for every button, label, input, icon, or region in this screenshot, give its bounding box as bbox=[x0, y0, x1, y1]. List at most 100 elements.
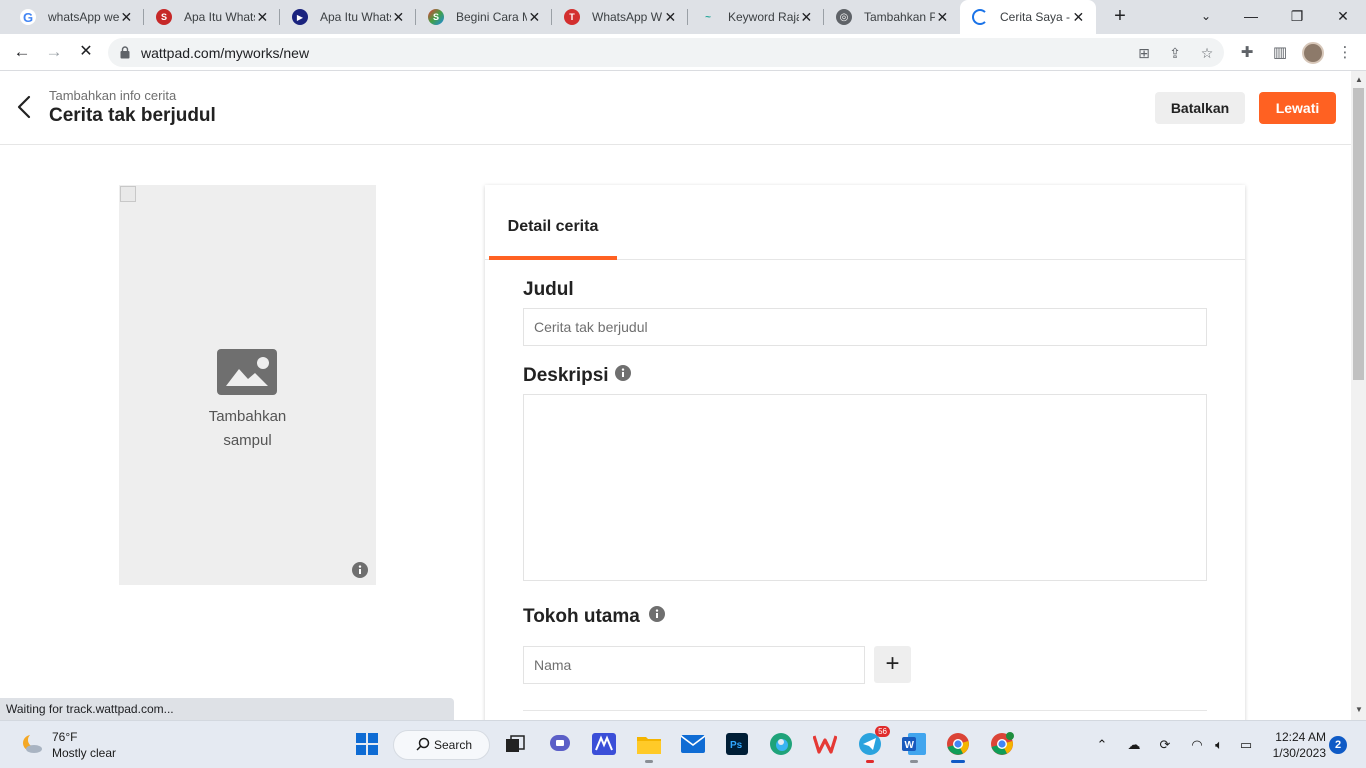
chrome-profile-icon[interactable] bbox=[987, 729, 1017, 759]
profile-avatar[interactable] bbox=[1302, 42, 1324, 64]
word-icon[interactable]: W bbox=[899, 729, 929, 763]
wps-office-icon[interactable] bbox=[810, 729, 840, 759]
battery-icon[interactable]: ▭ bbox=[1236, 735, 1256, 755]
close-tab-icon[interactable]: ✕ bbox=[119, 9, 134, 26]
add-character-button[interactable]: + bbox=[874, 646, 911, 683]
cover-checkbox[interactable] bbox=[120, 186, 136, 202]
weather-temperature: 76°F bbox=[52, 730, 78, 744]
mail-icon[interactable] bbox=[678, 729, 708, 759]
windows-taskbar: 76°F Mostly clear Search Ps 56 W ⌃ ☁ ⟳ ◠… bbox=[0, 720, 1366, 768]
play-logo-icon: ▶ bbox=[292, 9, 308, 25]
close-window-button[interactable]: ✕ bbox=[1320, 0, 1366, 34]
taskbar-search[interactable]: Search bbox=[393, 730, 490, 760]
close-tab-icon[interactable]: ✕ bbox=[935, 9, 950, 26]
taskbar-clock[interactable]: 12:24 AM 1/30/2023 bbox=[1264, 729, 1326, 761]
browser-tab[interactable]: S Begini Cara M ✕ bbox=[416, 0, 552, 34]
close-tab-icon[interactable]: ✕ bbox=[527, 9, 542, 26]
chrome-icon[interactable] bbox=[943, 729, 973, 763]
tray-chevron-up-icon[interactable]: ⌃ bbox=[1092, 735, 1112, 755]
browser-tab-title: Keyword Raja bbox=[728, 10, 799, 24]
scrollbar-thumb[interactable] bbox=[1353, 88, 1364, 380]
section-divider bbox=[523, 710, 1207, 711]
story-header: Tambahkan info cerita Cerita tak berjudu… bbox=[0, 71, 1351, 145]
back-chevron-icon[interactable] bbox=[14, 93, 38, 121]
add-cover-label-line1: Tambahkan bbox=[208, 408, 287, 425]
scroll-up-arrow-icon[interactable]: ▲ bbox=[1355, 75, 1363, 84]
browser-tab[interactable]: G whatsApp we ✕ bbox=[8, 0, 144, 34]
tab-search-icon[interactable]: ⌄ bbox=[1183, 0, 1229, 34]
cancel-button[interactable]: Batalkan bbox=[1155, 92, 1245, 124]
svg-text:W: W bbox=[905, 740, 915, 751]
new-tab-button[interactable]: + bbox=[1108, 4, 1132, 28]
photoshop-icon[interactable]: Ps bbox=[722, 729, 752, 759]
menu-kebab-icon[interactable]: ⋮ bbox=[1333, 41, 1357, 65]
browser-tab-title: Tambahkan Pi bbox=[864, 10, 935, 24]
keyword-icon: ~ bbox=[705, 11, 711, 23]
bookmark-star-icon[interactable]: ☆ bbox=[1196, 42, 1218, 64]
forward-arrow-icon[interactable]: → bbox=[41, 39, 67, 65]
close-tab-icon[interactable]: ✕ bbox=[663, 9, 678, 26]
notification-badge[interactable]: 2 bbox=[1329, 736, 1347, 754]
teams-chat-icon[interactable] bbox=[545, 729, 575, 759]
side-panel-icon[interactable]: ▥ bbox=[1268, 41, 1292, 65]
description-info-icon[interactable] bbox=[615, 365, 631, 381]
add-cover-area[interactable]: Tambahkan sampul bbox=[119, 185, 376, 585]
volume-icon[interactable]: 🔈︎ bbox=[1209, 735, 1229, 755]
image-icon bbox=[217, 349, 277, 395]
browser-tab[interactable]: ~ Keyword Raja ✕ bbox=[688, 0, 824, 34]
extensions-icon[interactable]: ✚ bbox=[1235, 41, 1259, 65]
loading-icon bbox=[972, 9, 988, 25]
page-scrollbar[interactable]: ▲ ▼ bbox=[1351, 71, 1366, 720]
globe-icon: ◎ bbox=[836, 9, 852, 25]
sync-icon[interactable]: ⟳ bbox=[1155, 735, 1175, 755]
browser-tab[interactable]: ▶ Apa Itu Whats ✕ bbox=[280, 0, 416, 34]
weather-condition: Mostly clear bbox=[52, 746, 117, 760]
back-arrow-icon[interactable]: ← bbox=[9, 39, 35, 65]
main-character-info-icon[interactable] bbox=[649, 606, 665, 622]
share-icon[interactable]: ⇪ bbox=[1164, 42, 1186, 64]
skip-button[interactable]: Lewati bbox=[1259, 92, 1336, 124]
page-title: Cerita tak berjudul bbox=[49, 105, 216, 126]
s-logo-icon: S bbox=[156, 9, 172, 25]
description-label: Deskripsi bbox=[523, 365, 609, 386]
info-icon[interactable] bbox=[352, 562, 368, 578]
task-view-icon[interactable] bbox=[500, 729, 530, 759]
browser-tab-title: Apa Itu Whats bbox=[184, 10, 255, 24]
restore-button[interactable]: ❐ bbox=[1274, 0, 1320, 34]
s-swirl-icon: S bbox=[428, 9, 444, 25]
browser-tab[interactable]: T WhatsApp W ✕ bbox=[552, 0, 688, 34]
browser-tab-title: WhatsApp W bbox=[592, 10, 663, 24]
close-tab-icon[interactable]: ✕ bbox=[799, 9, 814, 26]
title-input[interactable]: Cerita tak berjudul bbox=[523, 308, 1207, 346]
google-icon: G bbox=[20, 9, 36, 25]
clock-time: 12:24 AM bbox=[1275, 730, 1326, 744]
stop-loading-icon[interactable]: ✕ bbox=[73, 39, 99, 65]
app-m-icon[interactable] bbox=[589, 729, 619, 759]
close-tab-icon[interactable]: ✕ bbox=[255, 9, 270, 26]
character-name-input[interactable]: Nama bbox=[523, 646, 865, 684]
windows-start-icon[interactable] bbox=[352, 729, 382, 759]
close-tab-icon[interactable]: ✕ bbox=[1071, 9, 1086, 26]
telegram-icon[interactable]: 56 bbox=[855, 726, 890, 763]
translate-icon[interactable]: ⊞ bbox=[1133, 42, 1155, 64]
description-textarea[interactable] bbox=[523, 394, 1207, 581]
minimize-button[interactable]: — bbox=[1228, 0, 1274, 34]
weather-moon-icon[interactable] bbox=[20, 732, 44, 756]
url-text: wattpad.com/myworks/new bbox=[141, 45, 310, 61]
wifi-icon[interactable]: ◠ bbox=[1187, 735, 1207, 755]
lock-icon bbox=[120, 46, 130, 59]
onedrive-cloud-icon[interactable]: ☁ bbox=[1124, 735, 1144, 755]
close-tab-icon[interactable]: ✕ bbox=[391, 9, 406, 26]
browser-tab[interactable]: S Apa Itu Whats ✕ bbox=[144, 0, 280, 34]
tab-story-details[interactable]: Detail cerita bbox=[489, 185, 617, 260]
scroll-down-arrow-icon[interactable]: ▼ bbox=[1355, 705, 1363, 714]
telegram-unread-badge: 56 bbox=[875, 726, 890, 737]
edge-icon[interactable] bbox=[766, 729, 796, 759]
file-explorer-icon[interactable] bbox=[634, 729, 664, 763]
address-bar[interactable]: wattpad.com/myworks/new ⊞ ⇪ ☆ bbox=[108, 38, 1224, 67]
main-character-label: Tokoh utama bbox=[523, 606, 640, 627]
loading-status: Waiting for track.wattpad.com... bbox=[0, 698, 454, 720]
browser-tab-active[interactable]: Cerita Saya - ✕ bbox=[960, 0, 1096, 34]
browser-tab-strip: G whatsApp we ✕ S Apa Itu Whats ✕ ▶ Apa … bbox=[0, 0, 1366, 34]
browser-tab[interactable]: ◎ Tambahkan Pi ✕ bbox=[824, 0, 960, 34]
